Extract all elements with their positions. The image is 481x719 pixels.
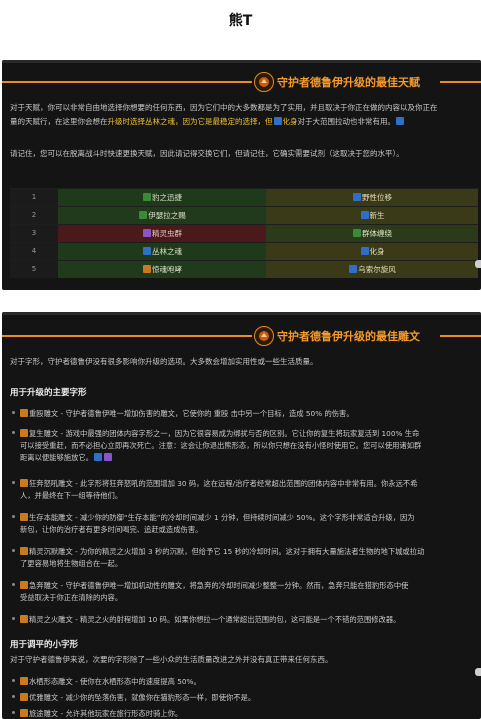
glyph-icon (20, 429, 28, 437)
minor-glyph-aquatic: 水栖形态雕文 - 使你在水栖形态中的速度提高 50%。 (12, 676, 477, 688)
glyph-item-maul: 重殴雕文 - 守护者德鲁伊唯一增加伤害的雕文，它使你的 重殴 击中另一个目标，造… (12, 408, 477, 420)
header-divider-left (2, 335, 252, 337)
talent-icon (360, 247, 369, 255)
talent-icon (349, 265, 358, 273)
talent-icon (143, 247, 151, 255)
talent-highlight-link[interactable]: 升级时选择丛林之魂，因为它是最稳定的选择，但 (108, 117, 273, 126)
talent-icon (353, 229, 361, 237)
header-divider-right (440, 81, 481, 83)
incarnation-icon (273, 117, 282, 125)
inline-ability-icon (93, 453, 102, 461)
inline-ability-icon (103, 453, 112, 461)
glyph-icon (20, 409, 28, 417)
talent-row-number: 5 (10, 261, 58, 278)
talent-option-b[interactable]: 群体缠绕 (266, 225, 478, 242)
glyph-icon (20, 513, 28, 521)
minor-glyphs-intro: 对于守护者德鲁伊来说，次要的字形除了一些小众的生活质量改进之外并没有真正带来任何… (10, 655, 333, 664)
inline-talent-icon (396, 117, 404, 125)
glyph-item-stampeding-roar-line2: 人，并最终在下一组等待他们。 (20, 491, 123, 500)
glyph-item-survival-instincts-line2: 新包，让你的治疗者有更多时间喝完、追赶或造成伤害。 (20, 525, 203, 534)
glyph-icon (20, 677, 28, 685)
page-title: 熊T (228, 13, 253, 29)
glyph-icon (20, 581, 28, 589)
glyph-icon (20, 615, 28, 623)
talent-option-b[interactable]: 野性位移 (266, 189, 478, 206)
glyph-item-fae-silence-line2: 了更容易地将生物组合在一起。 (20, 559, 123, 568)
talent-row-2: 2 伊瑟拉之赐 新生 (10, 206, 478, 224)
glyphs-intro: 对于字形，守护者德鲁伊没有很多影响你升级的选项。大多数会增加实用性或一些生活质量… (10, 357, 318, 366)
talent-icon (143, 265, 151, 273)
talents-paragraph-line1: 对于天赋，你可以非常自由地选择你想要的任何东西，因为它们中的大多数都是为了实用，… (10, 103, 438, 112)
talent-option-b[interactable]: 乌索尔旋风 (266, 261, 478, 278)
scroll-indicator[interactable] (475, 668, 481, 676)
glyph-item-dash: 急奔雕文 - 守护者德鲁伊唯一增加机动性的雕文，将急奔的冷却时间减少整整一分钟。… (12, 580, 477, 592)
talent-option-a[interactable]: 惊魂咆哮 (58, 261, 266, 278)
talent-icon (143, 229, 151, 237)
talent-icon (143, 193, 151, 201)
talent-row-number: 1 (10, 189, 58, 206)
talent-option-a[interactable]: 精灵虫群 (58, 225, 266, 242)
talent-row-1: 1 豹之迅捷 野性位移 (10, 188, 478, 206)
glyph-icon (20, 709, 28, 717)
glyph-item-rebirth-line3: 距离以便能够施放它。 (20, 452, 477, 464)
glyph-item-dash-line2: 受益取决于你正在清除的内容。 (20, 593, 123, 602)
talent-row-number: 3 (10, 225, 58, 242)
major-glyphs-title: 用于升级的主要字形 (10, 388, 87, 398)
glyph-item-stampeding-roar: 狂奔怒吼雕文 - 此字形将狂奔怒吼的范围增加 30 码，这在远程/治疗者经常超出… (12, 478, 477, 490)
talent-option-a[interactable]: 豹之迅捷 (58, 189, 266, 206)
talents-panel: 守护者德鲁伊升级的最佳天赋 对于天赋，你可以非常自由地选择你想要的任何东西，因为… (2, 60, 481, 290)
talent-row-number: 4 (10, 243, 58, 260)
glyph-item-survival-instincts: 生存本能雕文 - 减少你的防御“生存本能”的冷却时间减少 1 分钟，但持续时间减… (12, 512, 477, 524)
talent-option-a[interactable]: 丛林之魂 (58, 243, 266, 260)
talent-row-4: 4 丛林之魂 化身 (10, 242, 478, 260)
glyphs-panel: 守护者德鲁伊升级的最佳雕文 对于字形，守护者德鲁伊没有很多影响你升级的选项。大多… (2, 312, 481, 719)
glyph-icon (20, 693, 28, 701)
talent-row-5: 5 惊魂咆哮 乌索尔旋风 (10, 260, 478, 278)
glyph-item-faerie-fire: 精灵之火雕文 - 精灵之火的射程增加 10 码。如果你想拉一个通常超出范围的包，… (12, 614, 477, 626)
glyphs-header-title: 守护者德鲁伊升级的最佳雕文 (277, 330, 420, 343)
glyph-icon (20, 479, 28, 487)
talents-header: 守护者德鲁伊升级的最佳天赋 (2, 72, 481, 92)
talent-row-number: 2 (10, 207, 58, 224)
guardian-emblem-icon (254, 326, 274, 346)
talent-icon (360, 211, 369, 219)
minor-glyphs-title: 用于调平的小字形 (10, 640, 79, 650)
glyph-item-rebirth: 复生雕文 - 游戏中最强的团体内容字形之一，因为它很容易成为绑扰与否的区别。它让… (12, 428, 477, 440)
talent-icon (353, 193, 361, 201)
talent-icon (139, 211, 148, 219)
header-divider-left (2, 81, 252, 83)
glyph-icon (20, 547, 28, 555)
guardian-emblem-icon (254, 72, 274, 92)
glyph-item-rebirth-line2: 可以接受重赶，而不必担心立即再次死亡。注意：这会让你退出熊形态，所以你只想在没有… (20, 441, 422, 450)
talents-paragraph-line2: 量的天赋行，在这里你会想在升级时选择丛林之魂，因为它是最稳定的选择，但 化身对于大… (10, 116, 477, 128)
talents-table: 1 豹之迅捷 野性位移 2 伊瑟拉之赐 新生 3 精灵虫群 群体缠绕 4 丛林之… (10, 188, 478, 278)
panel-top-border (2, 312, 481, 315)
minor-glyph-grace: 优雅雕文 - 减少你的坠落伤害，就像你在猫豹形态一样，即使你不是。 (12, 692, 477, 704)
header-divider-right (440, 335, 481, 337)
talent-option-b[interactable]: 新生 (266, 207, 478, 224)
talent-option-b[interactable]: 化身 (266, 243, 478, 260)
talents-paragraph-2: 请记住，您可以在脱离战斗时快速更换天赋，因此请记得交换它们，但请记住，它确实需要… (10, 149, 404, 158)
scroll-indicator[interactable] (475, 260, 481, 268)
glyph-item-fae-silence: 精灵沉默雕文 - 为你的精灵之火增加 3 秒的沉默，但给予它 15 秒的冷却时间… (12, 546, 477, 558)
panel-top-border (2, 60, 481, 63)
talent-option-a[interactable]: 伊瑟拉之赐 (58, 207, 266, 224)
minor-glyph-stag: 旅途雕文 - 允许其他玩家在旅行形态时骑上你。 (12, 708, 477, 719)
talent-row-3: 3 精灵虫群 群体缠绕 (10, 224, 478, 242)
incarnation-link[interactable]: 化身 (283, 117, 298, 126)
talents-header-title: 守护者德鲁伊升级的最佳天赋 (277, 76, 420, 89)
glyphs-header: 守护者德鲁伊升级的最佳雕文 (2, 326, 481, 346)
